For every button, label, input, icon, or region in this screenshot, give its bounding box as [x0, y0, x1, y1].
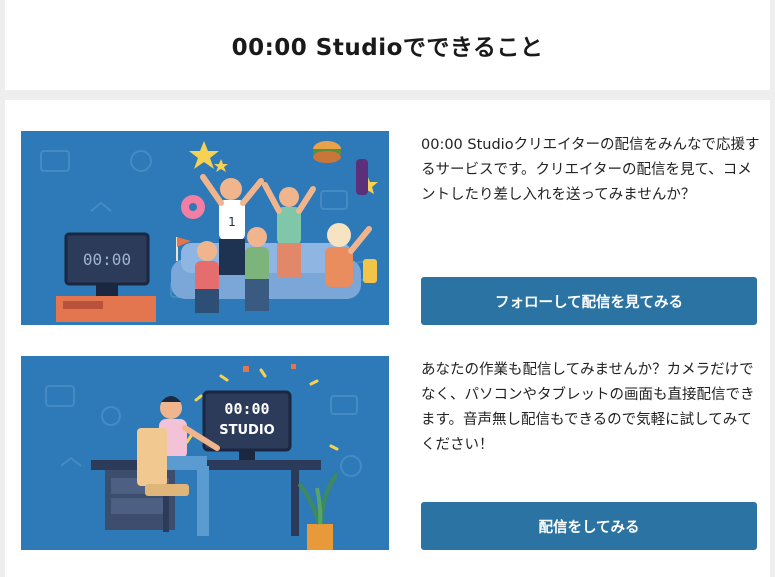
tv-time-text: 00:00	[83, 250, 131, 269]
monitor-time-text: 00:00	[224, 400, 269, 418]
feature-stream-description: あなたの作業も配信してみませんか？カメラだけでなく、パソコンやタブレットの画面も…	[421, 362, 755, 453]
svg-text:1: 1	[228, 215, 236, 229]
follow-and-watch-button[interactable]: フォローして配信を見てみる	[421, 277, 757, 325]
page-header: 00:00 Studioでできること	[5, 0, 770, 90]
features-section: 00:00 1 00:00 Studioクリエイターの配信をみんなで応援するサー…	[5, 100, 770, 577]
page-title: 00:00 Studioでできること	[231, 35, 544, 61]
feature-watch-description: 00:00 Studioクリエイターの配信をみんなで応援するサービスです。クリエ…	[421, 137, 760, 203]
streamer-desk-illustration: 00:00 STUDIO	[21, 356, 389, 550]
monitor-studio-text: STUDIO	[219, 423, 274, 438]
fans-cheering-illustration: 00:00 1	[21, 131, 389, 325]
start-streaming-button[interactable]: 配信をしてみる	[421, 502, 757, 550]
